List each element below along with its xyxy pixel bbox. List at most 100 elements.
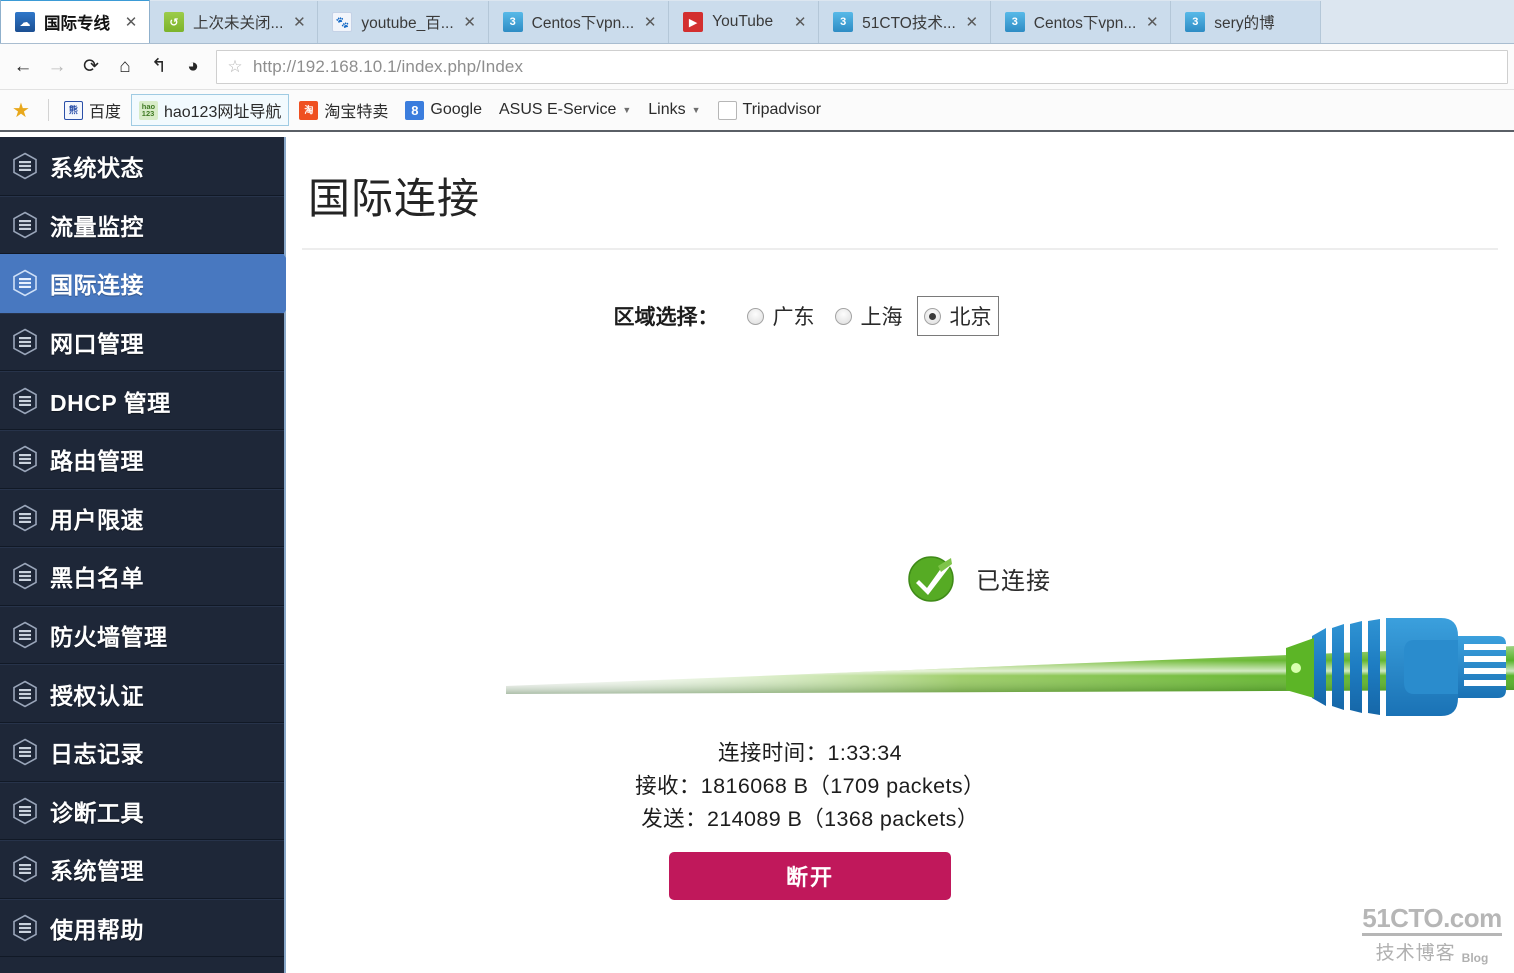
page-title: 国际连接	[308, 175, 481, 222]
sidebar-item-0[interactable]: 系统状态	[0, 137, 284, 196]
browser-tab[interactable]: 3 51CTO技术... ✕	[819, 1, 991, 43]
disconnect-button[interactable]: 断开	[669, 852, 951, 900]
tab-close-icon[interactable]: ✕	[1142, 13, 1162, 31]
bookmarks-star-icon[interactable]: ★	[8, 98, 40, 123]
hex-menu-icon	[10, 737, 40, 767]
sidebar-item-7[interactable]: 黑白名单	[0, 547, 284, 606]
region-radio-label: 上海	[860, 306, 903, 329]
address-bar[interactable]: ☆ http://192.168.10.1/index.php/Index	[216, 49, 1508, 84]
history-icon[interactable]: ◕	[176, 50, 210, 84]
sidebar-nav: 系统状态流量监控国际连接 网口管理 DHCP 管理路由管理用户限速黑白名单防火墙管理…	[0, 137, 304, 973]
tab-close-icon[interactable]: ✕	[460, 13, 480, 31]
blog-icon: 3	[1004, 12, 1025, 32]
hex-menu-icon	[10, 210, 40, 240]
hao123-icon: hao 123	[138, 100, 158, 120]
tab-title: Centos下vpn...	[1033, 15, 1137, 32]
sidebar-item-4[interactable]: DHCP 管理	[0, 371, 284, 430]
document-icon	[717, 100, 737, 120]
address-bar-url: http://192.168.10.1/index.php/Index	[253, 56, 524, 76]
region-radio-1[interactable]: 上海	[829, 297, 909, 335]
radio-button-icon[interactable]	[923, 307, 941, 325]
sidebar-item-10[interactable]: 日志记录	[0, 722, 284, 782]
sidebar-item-1[interactable]: 流量监控	[0, 195, 284, 255]
sidebar-item-12[interactable]: 系统管理	[0, 840, 284, 899]
connection-graphic: 已连接	[286, 497, 1514, 757]
tab-title: youtube_百...	[361, 15, 454, 32]
hex-menu-icon	[10, 268, 40, 298]
tab-title: 51CTO技术...	[862, 15, 956, 32]
rj45-plug-icon	[1286, 602, 1514, 732]
connection-stats: 连接时间：1:33:34 接收：1816068 B（1709 packets） …	[286, 737, 1514, 836]
bookmark-item[interactable]: hao 123 hao123网址导航	[130, 94, 290, 126]
tab-close-icon[interactable]: ✕	[640, 13, 660, 31]
bookmark-star-icon[interactable]: ☆	[217, 57, 253, 77]
region-selector-label: 区域选择：	[613, 306, 719, 329]
tab-close-icon[interactable]: ✕	[790, 13, 810, 31]
region-selector: 区域选择： 广东 上海 北京	[286, 296, 1514, 336]
hex-menu-icon	[10, 561, 40, 591]
back-icon[interactable]: ←	[6, 50, 40, 84]
sidebar-item-8[interactable]: 防火墙管理	[0, 605, 284, 665]
bookmark-label: Google	[430, 101, 482, 118]
browser-tab[interactable]: 3 Centos下vpn... ✕	[488, 1, 670, 43]
sent-line: 发送：214089 B（1368 packets）	[641, 807, 979, 831]
radio-button-icon[interactable]	[834, 307, 852, 325]
tab-close-icon[interactable]: ✕	[121, 13, 141, 31]
region-radio-0[interactable]: 广东	[741, 297, 821, 335]
bookmark-item[interactable]: Links ▼	[641, 98, 707, 122]
browser-tab[interactable]: ▶ YouTube ✕	[669, 1, 820, 43]
sidebar-item-3[interactable]: 网口管理	[0, 312, 284, 372]
sidebar-item-2[interactable]: 国际连接	[0, 254, 304, 313]
reload-icon[interactable]: ⟳	[74, 50, 108, 84]
bookmark-item[interactable]: 淘淘宝特卖	[292, 95, 395, 125]
watermark-blog: Blog	[1461, 951, 1489, 965]
browser-tab[interactable]: 3 Centos下vpn... ✕	[990, 1, 1172, 43]
sidebar-item-label: 黑白名单	[50, 565, 144, 592]
sidebar-item-5[interactable]: 路由管理	[0, 429, 284, 489]
sidebar-item-11[interactable]: 诊断工具	[0, 781, 284, 841]
sidebar-item-label: 诊断工具	[50, 799, 144, 826]
home-icon[interactable]: ⌂	[108, 50, 142, 84]
google-icon: 8	[405, 100, 425, 120]
watermark-site: 51CTO.com	[1362, 904, 1502, 936]
browser-window: ☁ 国际专线 ✕ ↺ 上次未关闭... ✕ 🐾 youtube_百... ✕ 3 Centos下vp…	[0, 0, 1514, 973]
tab-close-icon[interactable]: ✕	[289, 13, 309, 31]
bookmark-label: 淘宝特卖	[324, 104, 389, 121]
bookmark-label: Tripadvisor	[742, 101, 822, 118]
tab-close-icon[interactable]: ✕	[962, 13, 982, 31]
browser-tab[interactable]: ↺ 上次未关闭... ✕	[150, 1, 319, 43]
status-badge: 已连接	[906, 552, 1051, 604]
browser-tab[interactable]: ☁ 国际专线 ✕	[0, 0, 150, 43]
sidebar-item-13[interactable]: 使用帮助	[0, 898, 284, 958]
region-radio-2[interactable]: 北京	[916, 296, 999, 336]
sidebar-item-label: 路由管理	[50, 448, 144, 475]
sidebar-item-6[interactable]: 用户限速	[0, 488, 284, 548]
tab-strip: ☁ 国际专线 ✕ ↺ 上次未关闭... ✕ 🐾 youtube_百... ✕ 3 Centos下vp…	[0, 0, 1514, 44]
sidebar-item-label: 使用帮助	[50, 917, 144, 944]
chevron-down-icon[interactable]: ▼	[622, 105, 631, 115]
hex-menu-icon	[10, 854, 40, 884]
chevron-down-icon[interactable]: ▼	[692, 105, 701, 115]
forward-icon[interactable]: →	[40, 50, 74, 84]
tab-title: sery的博	[1214, 15, 1275, 32]
bookmark-item[interactable]: 8 Google	[398, 98, 489, 123]
sidebar-item-label: 流量监控	[50, 213, 144, 240]
received-line: 接收：1816068 B（1709 packets）	[635, 774, 985, 798]
region-radio-label: 北京	[949, 306, 992, 329]
watermark-subtitle: 技术博客	[1375, 943, 1456, 964]
bookmark-item[interactable]: 熊百度	[57, 95, 128, 125]
main-content: 国际连接 区域选择： 广东 上海 北京 已连接 连接时间：1:33:34 接收：…	[286, 137, 1514, 973]
browser-tab[interactable]: 🐾 youtube_百... ✕	[318, 1, 489, 43]
undo-icon[interactable]: ↰	[142, 50, 176, 84]
radio-button-icon[interactable]	[746, 307, 764, 325]
divider	[47, 99, 49, 121]
disconnect-button-wrap: 断开	[286, 852, 1514, 900]
sidebar-item-label: 系统管理	[50, 858, 144, 885]
browser-tab[interactable]: 3 sery的博	[1171, 1, 1322, 43]
bookmark-item[interactable]: Tripadvisor	[711, 98, 829, 123]
hex-menu-icon	[10, 503, 40, 533]
sidebar-item-label: 授权认证	[50, 682, 144, 709]
sidebar-item-9[interactable]: 授权认证	[0, 664, 284, 723]
bookmark-item[interactable]: ASUS E-Service ▼	[492, 98, 638, 122]
connection-status-text: 已连接	[976, 567, 1051, 595]
